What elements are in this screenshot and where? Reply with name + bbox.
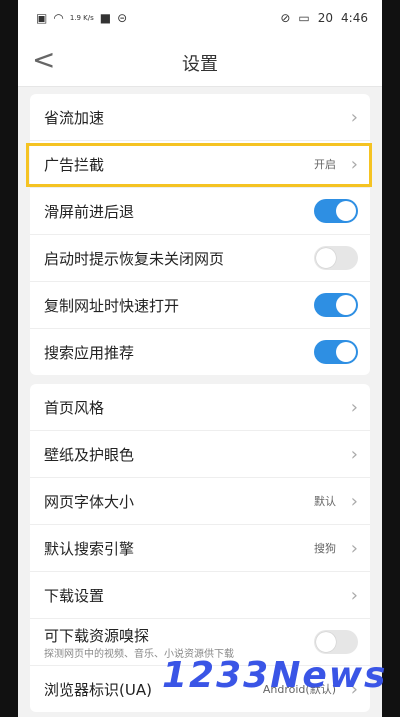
chevron-right-icon: › <box>350 584 358 606</box>
setting-swipe-nav: 滑屏前进后退 <box>30 188 370 235</box>
setting-restore-prompt: 启动时提示恢复未关闭网页 <box>30 235 370 282</box>
setting-search-engine[interactable]: 默认搜索引擎 搜狗 › <box>30 525 370 572</box>
chevron-right-icon: › <box>350 443 358 465</box>
sim-icon: ▣ <box>36 11 48 25</box>
chevron-right-icon: › <box>350 490 358 512</box>
network-speed: 1.9 K/s <box>69 13 94 22</box>
watermark: 1233News <box>162 655 388 696</box>
setting-ad-block[interactable]: 广告拦截 开启 › <box>30 141 370 188</box>
status-bar: ▣ ◠ 1.9 K/s ■ ⊝ ⊘ ▭ 20 4:46 <box>18 0 382 36</box>
setting-label: 可下载资源嗅探 <box>44 627 150 645</box>
setting-copy-url-open: 复制网址时快速打开 <box>30 282 370 329</box>
chevron-right-icon: › <box>350 106 358 128</box>
restore-prompt-toggle[interactable] <box>314 246 358 270</box>
search-icon: ⊝ <box>117 11 128 25</box>
chevron-right-icon: › <box>350 396 358 418</box>
top-bar: < 设置 <box>18 36 382 87</box>
chevron-right-icon: › <box>350 153 358 175</box>
setting-save-traffic[interactable]: 省流加速 › <box>30 94 370 141</box>
clock: 4:46 <box>341 11 368 25</box>
setting-label: 复制网址时快速打开 <box>44 296 180 315</box>
battery-icon: ▭ <box>298 11 310 25</box>
setting-search-app-recommend: 搜索应用推荐 <box>30 329 370 375</box>
setting-value: 搜狗 <box>314 542 336 555</box>
setting-value: 默认 <box>314 495 336 508</box>
wifi-icon: ◠ <box>53 11 64 25</box>
battery-level: 20 <box>317 11 334 25</box>
setting-label: 浏览器标识(UA) <box>44 680 152 699</box>
setting-label: 广告拦截 <box>44 155 105 174</box>
chevron-right-icon: › <box>350 537 358 559</box>
setting-download[interactable]: 下载设置 › <box>30 572 370 619</box>
page-title: 设置 <box>182 54 218 75</box>
setting-label: 下载设置 <box>44 586 105 605</box>
resource-sniff-toggle[interactable] <box>314 630 358 654</box>
setting-home-style[interactable]: 首页风格 › <box>30 384 370 431</box>
swipe-nav-toggle[interactable] <box>314 199 358 223</box>
setting-label: 搜索应用推荐 <box>44 343 135 362</box>
setting-wallpaper[interactable]: 壁纸及护眼色 › <box>30 431 370 478</box>
setting-value: 开启 <box>314 158 336 171</box>
app-icon: ■ <box>99 11 112 25</box>
setting-label: 网页字体大小 <box>44 492 135 511</box>
setting-font-size[interactable]: 网页字体大小 默认 › <box>30 478 370 525</box>
mute-icon: ⊘ <box>280 11 291 25</box>
setting-label: 默认搜索引擎 <box>44 539 135 558</box>
setting-label: 首页风格 <box>44 398 105 417</box>
setting-label: 滑屏前进后退 <box>44 202 135 221</box>
setting-label: 启动时提示恢复未关闭网页 <box>44 249 225 268</box>
screen: ▣ ◠ 1.9 K/s ■ ⊝ ⊘ ▭ 20 4:46 < 设置 省流加速 › … <box>18 0 382 717</box>
search-recommend-toggle[interactable] <box>314 340 358 364</box>
settings-group-1: 省流加速 › 广告拦截 开启 › 滑屏前进后退 启动时提示恢复未关闭网页 复制网… <box>30 94 370 375</box>
setting-label: 壁纸及护眼色 <box>44 445 135 464</box>
copy-url-toggle[interactable] <box>314 293 358 317</box>
setting-label: 省流加速 <box>44 108 105 127</box>
